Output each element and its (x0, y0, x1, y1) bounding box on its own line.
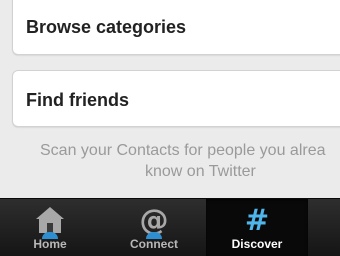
browse-categories-row[interactable]: Browse categories (12, 0, 340, 55)
tab-home[interactable]: Home (0, 199, 100, 256)
at-icon: @ (139, 203, 169, 239)
description-line-2: know on Twitter (145, 163, 256, 180)
hashtag-icon: # (244, 203, 270, 237)
tab-home-label: Home (33, 237, 67, 251)
tab-bar: Home @ Connect # Discover (0, 198, 340, 256)
find-friends-label: Find friends (26, 90, 129, 110)
browse-categories-label: Browse categories (26, 17, 187, 37)
house-icon (0, 205, 100, 239)
tab-discover[interactable]: # Discover (206, 199, 308, 256)
find-friends-description: Scan your Contacts for people you alrea … (40, 140, 340, 182)
tab-connect-label: Connect (130, 237, 178, 251)
tab-connect[interactable]: @ Connect (103, 199, 205, 256)
description-line-1: Scan your Contacts for people you alrea (40, 142, 326, 159)
find-friends-row[interactable]: Find friends (12, 70, 340, 127)
tab-discover-label: Discover (231, 237, 283, 251)
